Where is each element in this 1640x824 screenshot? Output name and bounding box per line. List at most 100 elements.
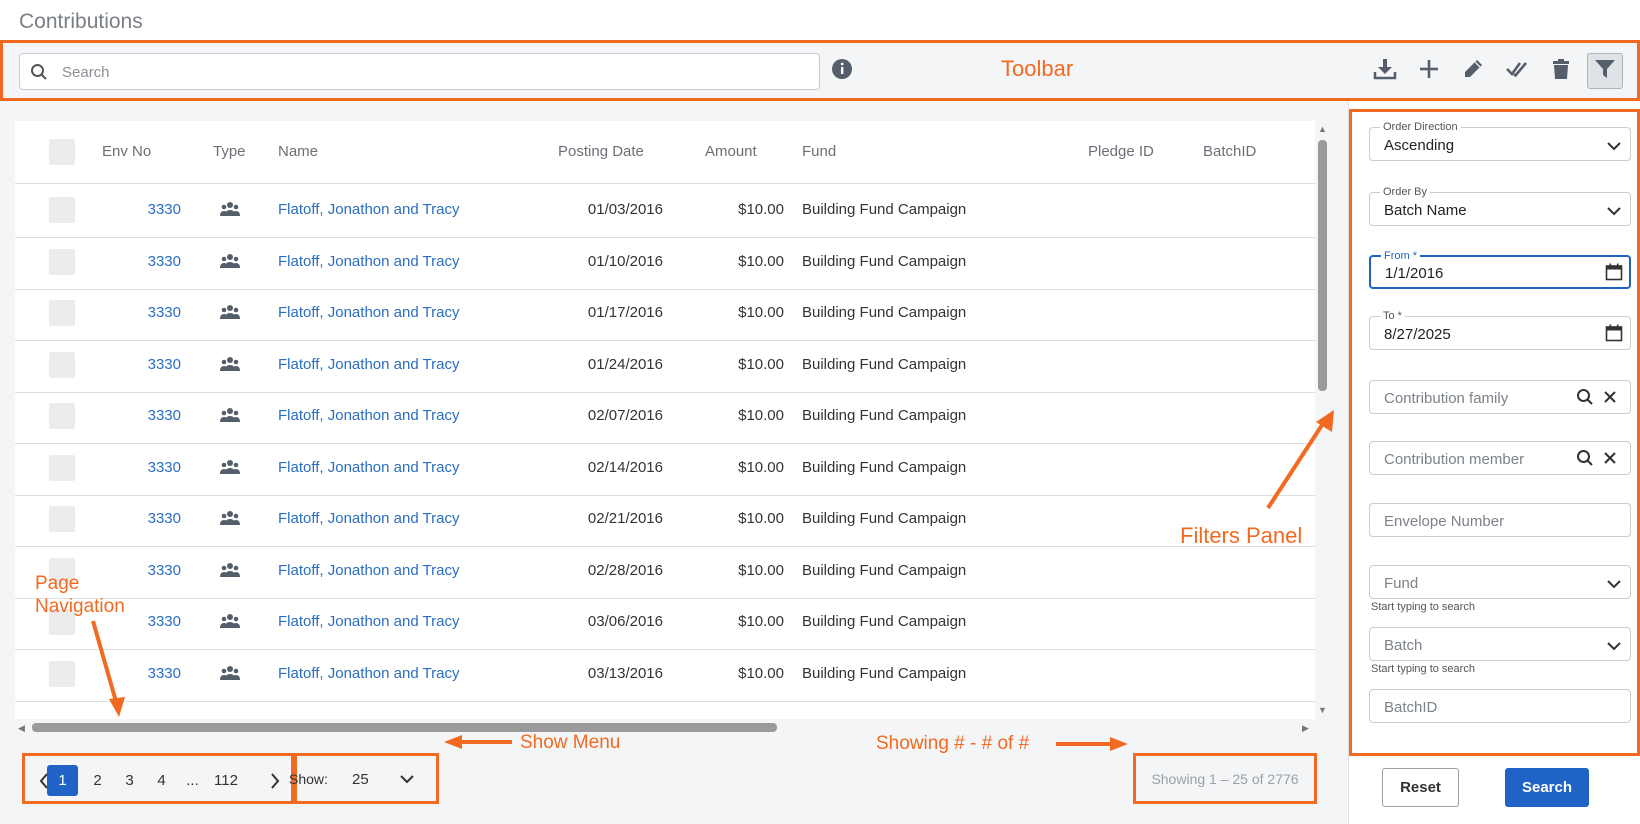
row-checkbox[interactable] (49, 660, 75, 687)
env-no-link[interactable]: 3330 (125, 201, 181, 218)
order-by-select[interactable]: Order By Batch Name (1369, 185, 1631, 226)
batch-id-field[interactable]: BatchID (1369, 689, 1631, 723)
table-row[interactable]: 3330 Flatoff, Jonathon and Tracy 02/14/201… (15, 442, 1315, 496)
calendar-icon[interactable] (1605, 324, 1623, 347)
amount-cell: $10.00 (738, 561, 784, 579)
amount-cell: $10.00 (738, 664, 784, 682)
posting-date-cell: 02/07/2016 (587, 407, 663, 424)
order-direction-select[interactable]: Order Direction Ascending (1369, 120, 1631, 161)
table-row[interactable]: 3330 Flatoff, Jonathon and Tracy 02/28/201… (15, 545, 1315, 599)
column-header-amount[interactable]: Amount (705, 143, 757, 160)
from-date-field[interactable]: From * 1/1/2016 (1369, 249, 1631, 289)
column-header-posting-date[interactable]: Posting Date (558, 143, 644, 160)
page-button[interactable]: 4 (146, 765, 177, 796)
table-row[interactable]: 3330 Flatoff, Jonathon and Tracy 03/06/201… (15, 596, 1315, 650)
table-row[interactable]: 3330 Flatoff, Jonathon and Tracy 01/10/201… (15, 236, 1315, 290)
name-link[interactable]: Flatoff, Jonathon and Tracy (278, 356, 460, 373)
scroll-right-arrow-icon[interactable]: ▶ (1302, 723, 1309, 734)
env-no-link[interactable]: 3330 (125, 356, 181, 373)
search-button[interactable]: Search (1505, 768, 1589, 807)
page-button[interactable]: 3 (114, 765, 145, 796)
table-row[interactable]: 3330 Flatoff, Jonathon and Tracy 01/17/201… (15, 287, 1315, 341)
name-link[interactable]: Flatoff, Jonathon and Tracy (278, 459, 460, 476)
filter-button[interactable] (1587, 53, 1623, 89)
name-link[interactable]: Flatoff, Jonathon and Tracy (278, 510, 460, 527)
env-no-link[interactable]: 3330 (125, 562, 181, 579)
row-checkbox[interactable] (49, 197, 75, 223)
horizontal-scroll-thumb[interactable] (32, 723, 777, 732)
contribution-family-field[interactable]: Contribution family (1369, 380, 1631, 414)
env-no-link[interactable]: 3330 (125, 304, 181, 321)
fund-placeholder: Fund (1384, 575, 1419, 592)
env-no-link[interactable]: 3330 (125, 253, 181, 270)
table-row[interactable]: 3330 Flatoff, Jonathon and Tracy 02/07/201… (15, 390, 1315, 444)
env-no-link[interactable]: 3330 (125, 407, 181, 424)
filters-panel: Order Direction Ascending Order By Batch… (1348, 101, 1640, 824)
name-link[interactable]: Flatoff, Jonathon and Tracy (278, 665, 460, 682)
column-header-batch-id[interactable]: BatchID (1203, 143, 1256, 160)
posting-date-cell: 01/10/2016 (587, 252, 663, 270)
table-row[interactable]: 3330 Flatoff, Jonathon and Tracy 01/24/201… (15, 339, 1315, 393)
family-icon (220, 304, 240, 325)
table-row[interactable]: 3330 Flatoff, Jonathon and Tracy 02/21/201… (15, 493, 1315, 547)
page-button[interactable]: 112 (203, 765, 249, 796)
scroll-down-arrow-icon[interactable]: ▼ (1318, 705, 1327, 715)
name-link[interactable]: Flatoff, Jonathon and Tracy (278, 407, 460, 424)
scroll-left-arrow-icon[interactable]: ◀ (18, 723, 25, 734)
column-header-env-no[interactable]: Env No (102, 143, 151, 160)
select-all-checkbox[interactable] (49, 139, 75, 165)
approve-button[interactable] (1499, 53, 1535, 89)
name-link[interactable]: Flatoff, Jonathon and Tracy (278, 201, 460, 218)
column-header-fund[interactable]: Fund (802, 143, 836, 160)
clear-icon[interactable] (1603, 451, 1617, 470)
envelope-number-field[interactable]: Envelope Number (1369, 503, 1631, 537)
next-page-icon[interactable] (259, 765, 290, 796)
name-link[interactable]: Flatoff, Jonathon and Tracy (278, 304, 460, 321)
search-icon[interactable] (1576, 449, 1594, 472)
delete-button[interactable] (1543, 53, 1579, 89)
posting-date-cell: 02/21/2016 (587, 510, 663, 527)
name-link[interactable]: Flatoff, Jonathon and Tracy (278, 562, 460, 579)
row-checkbox[interactable] (49, 454, 75, 481)
add-button[interactable] (1411, 53, 1447, 89)
search-box[interactable] (19, 53, 820, 90)
page-title: Contributions (19, 10, 143, 33)
info-icon[interactable] (831, 58, 853, 85)
amount-cell: $10.00 (738, 613, 784, 630)
row-checkbox[interactable] (49, 300, 75, 326)
vertical-scroll-thumb[interactable] (1318, 140, 1327, 391)
name-link[interactable]: Flatoff, Jonathon and Tracy (278, 253, 460, 270)
edit-button[interactable] (1455, 53, 1491, 89)
row-checkbox[interactable] (49, 351, 75, 378)
page-button[interactable]: 2 (82, 765, 113, 796)
contribution-family-placeholder: Contribution family (1384, 390, 1509, 407)
table-row[interactable]: 3330 Flatoff, Jonathon and Tracy 01/03/201… (15, 184, 1315, 238)
to-date-field[interactable]: To * 8/27/2025 (1369, 309, 1631, 350)
batch-select[interactable]: Batch (1369, 627, 1631, 661)
clear-icon[interactable] (1603, 390, 1617, 409)
family-icon (220, 407, 240, 428)
row-checkbox[interactable] (49, 403, 75, 429)
table-row[interactable]: 3330 Flatoff, Jonathon and Tracy 03/13/201… (15, 648, 1315, 702)
column-header-pledge-id[interactable]: Pledge ID (1088, 143, 1154, 160)
fund-hint: Start typing to search (1371, 601, 1475, 613)
name-link[interactable]: Flatoff, Jonathon and Tracy (278, 613, 460, 630)
search-icon[interactable] (1576, 388, 1594, 411)
column-header-name[interactable]: Name (278, 143, 318, 160)
chevron-down-icon (1606, 204, 1622, 222)
scroll-up-arrow-icon[interactable]: ▲ (1318, 124, 1327, 134)
show-menu[interactable]: Show: 25 (289, 753, 439, 804)
env-no-link[interactable]: 3330 (125, 510, 181, 527)
env-no-link[interactable]: 3330 (125, 459, 181, 476)
search-input[interactable] (60, 60, 800, 84)
download-button[interactable] (1367, 53, 1403, 89)
from-date-label: From * (1381, 249, 1420, 263)
page-button[interactable]: 1 (47, 765, 78, 796)
contribution-member-field[interactable]: Contribution member (1369, 441, 1631, 475)
column-header-type[interactable]: Type (213, 143, 246, 160)
row-checkbox[interactable] (49, 506, 75, 532)
calendar-icon[interactable] (1605, 263, 1623, 286)
row-checkbox[interactable] (49, 248, 75, 275)
fund-select[interactable]: Fund (1369, 565, 1631, 599)
reset-button[interactable]: Reset (1382, 768, 1459, 807)
